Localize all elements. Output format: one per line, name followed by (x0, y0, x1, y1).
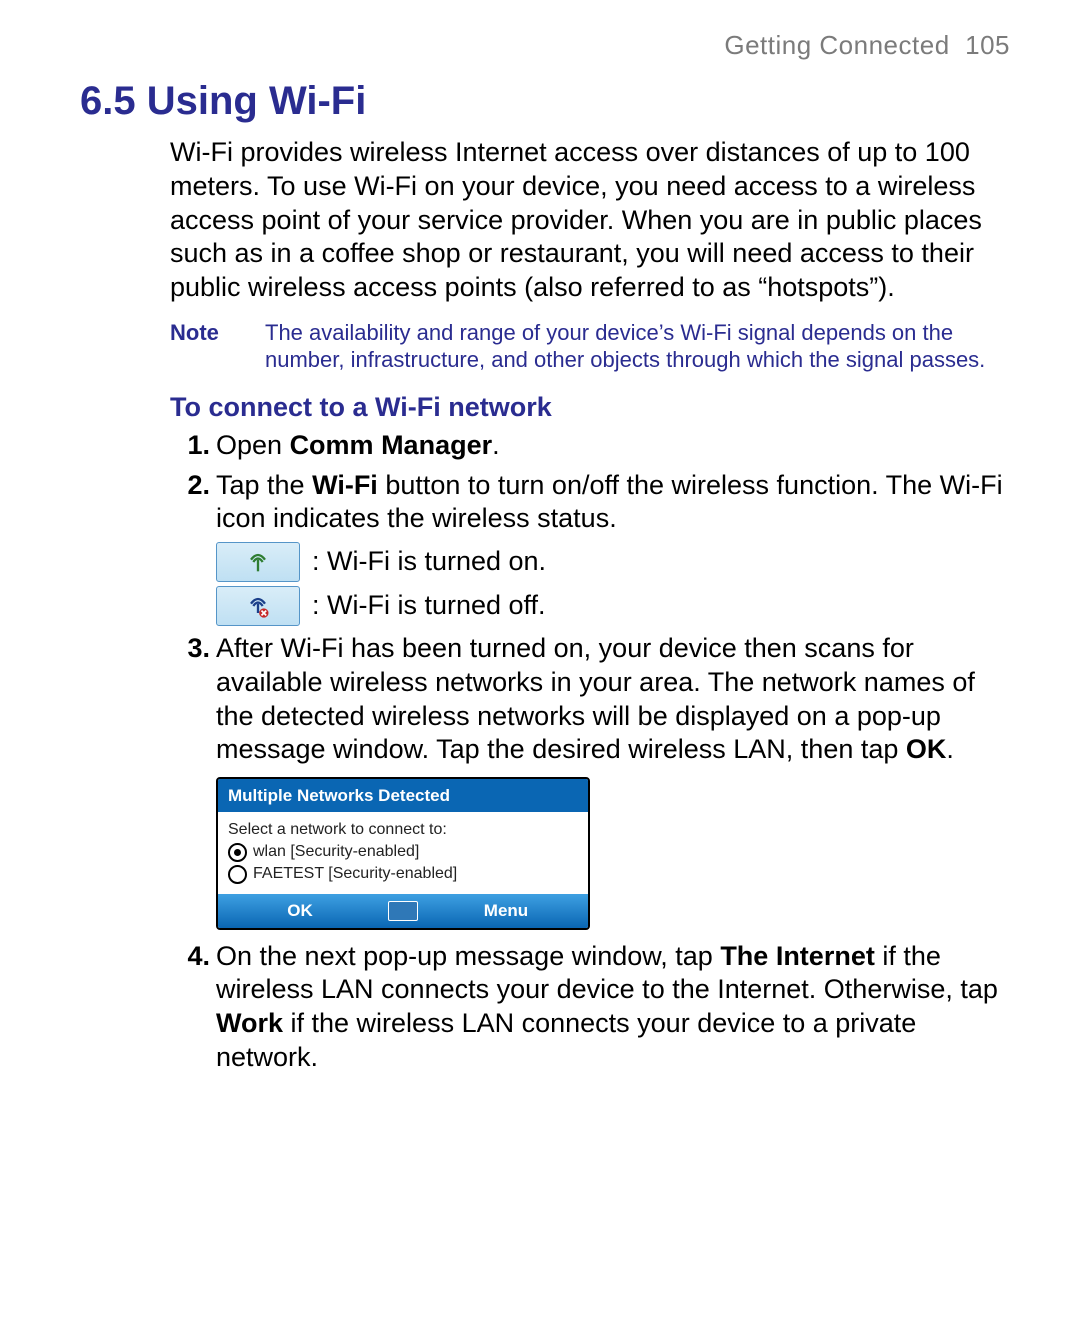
wifi-off-icon (216, 586, 300, 626)
note-block: Note The availability and range of your … (170, 319, 1010, 374)
step-4: 4. On the next pop-up message window, ta… (170, 940, 1010, 1075)
manual-page: Getting Connected 105 6.5 Using Wi-Fi Wi… (0, 0, 1080, 1327)
popup-title: Multiple Networks Detected (218, 779, 588, 812)
section-heading: 6.5 Using Wi-Fi (80, 79, 1010, 124)
step-3: 3. After Wi-Fi has been turned on, your … (170, 632, 1010, 930)
popup-prompt: Select a network to connect to: (228, 820, 578, 840)
network-label: wlan [Security-enabled] (253, 842, 419, 862)
popup-body: Select a network to connect to: wlan [Se… (218, 812, 588, 894)
radio-unselected-icon[interactable] (228, 865, 247, 884)
step-text: On the next pop-up message window, tap T… (216, 941, 998, 1072)
ordered-steps: 1. Open Comm Manager. 2. Tap the Wi-Fi b… (170, 429, 1010, 1075)
networks-popup: Multiple Networks Detected Select a netw… (216, 777, 590, 930)
network-option-faetest[interactable]: FAETEST [Security-enabled] (228, 864, 578, 884)
step-1: 1. Open Comm Manager. (170, 429, 1010, 463)
wifi-on-row: : Wi-Fi is turned on. (216, 542, 1010, 582)
note-body: The availability and range of your devic… (265, 319, 1010, 374)
step-text: Open Comm Manager. (216, 430, 500, 460)
wifi-off-label: : Wi-Fi is turned off. (312, 589, 546, 623)
page-number: 105 (965, 30, 1010, 60)
running-header: Getting Connected 105 (80, 30, 1010, 61)
popup-ok-button[interactable]: OK (218, 894, 382, 927)
step-marker: 4. (170, 940, 210, 974)
step-text: After Wi-Fi has been turned on, your dev… (216, 633, 975, 764)
network-option-wlan[interactable]: wlan [Security-enabled] (228, 842, 578, 862)
step-marker: 2. (170, 469, 210, 503)
step-2: 2. Tap the Wi-Fi button to turn on/off t… (170, 469, 1010, 627)
step-marker: 3. (170, 632, 210, 666)
wifi-on-label: : Wi-Fi is turned on. (312, 545, 546, 579)
popup-menu-button[interactable]: Menu (424, 894, 588, 927)
chapter-name: Getting Connected (724, 30, 949, 60)
section-title: Using Wi-Fi (147, 79, 367, 123)
bold-work: Work (216, 1008, 283, 1038)
bold-the-internet: The Internet (720, 941, 875, 971)
wifi-off-row: : Wi-Fi is turned off. (216, 586, 1010, 626)
popup-footer: OK Menu (218, 894, 588, 927)
keyboard-icon[interactable] (388, 901, 418, 921)
section-number: 6.5 (80, 79, 136, 123)
bold-wifi: Wi-Fi (312, 470, 378, 500)
bold-comm-manager: Comm Manager (290, 430, 493, 460)
step-text: Tap the Wi-Fi button to turn on/off the … (216, 470, 1003, 534)
wifi-icon-legend: : Wi-Fi is turned on. : Wi-Fi is turned … (216, 542, 1010, 626)
note-label: Note (170, 319, 265, 374)
radio-selected-icon[interactable] (228, 843, 247, 862)
bold-ok: OK (906, 734, 947, 764)
subsection-heading: To connect to a Wi-Fi network (170, 392, 1010, 423)
intro-paragraph: Wi-Fi provides wireless Internet access … (170, 136, 1010, 305)
network-label: FAETEST [Security-enabled] (253, 864, 457, 884)
wifi-on-icon (216, 542, 300, 582)
step-marker: 1. (170, 429, 210, 463)
